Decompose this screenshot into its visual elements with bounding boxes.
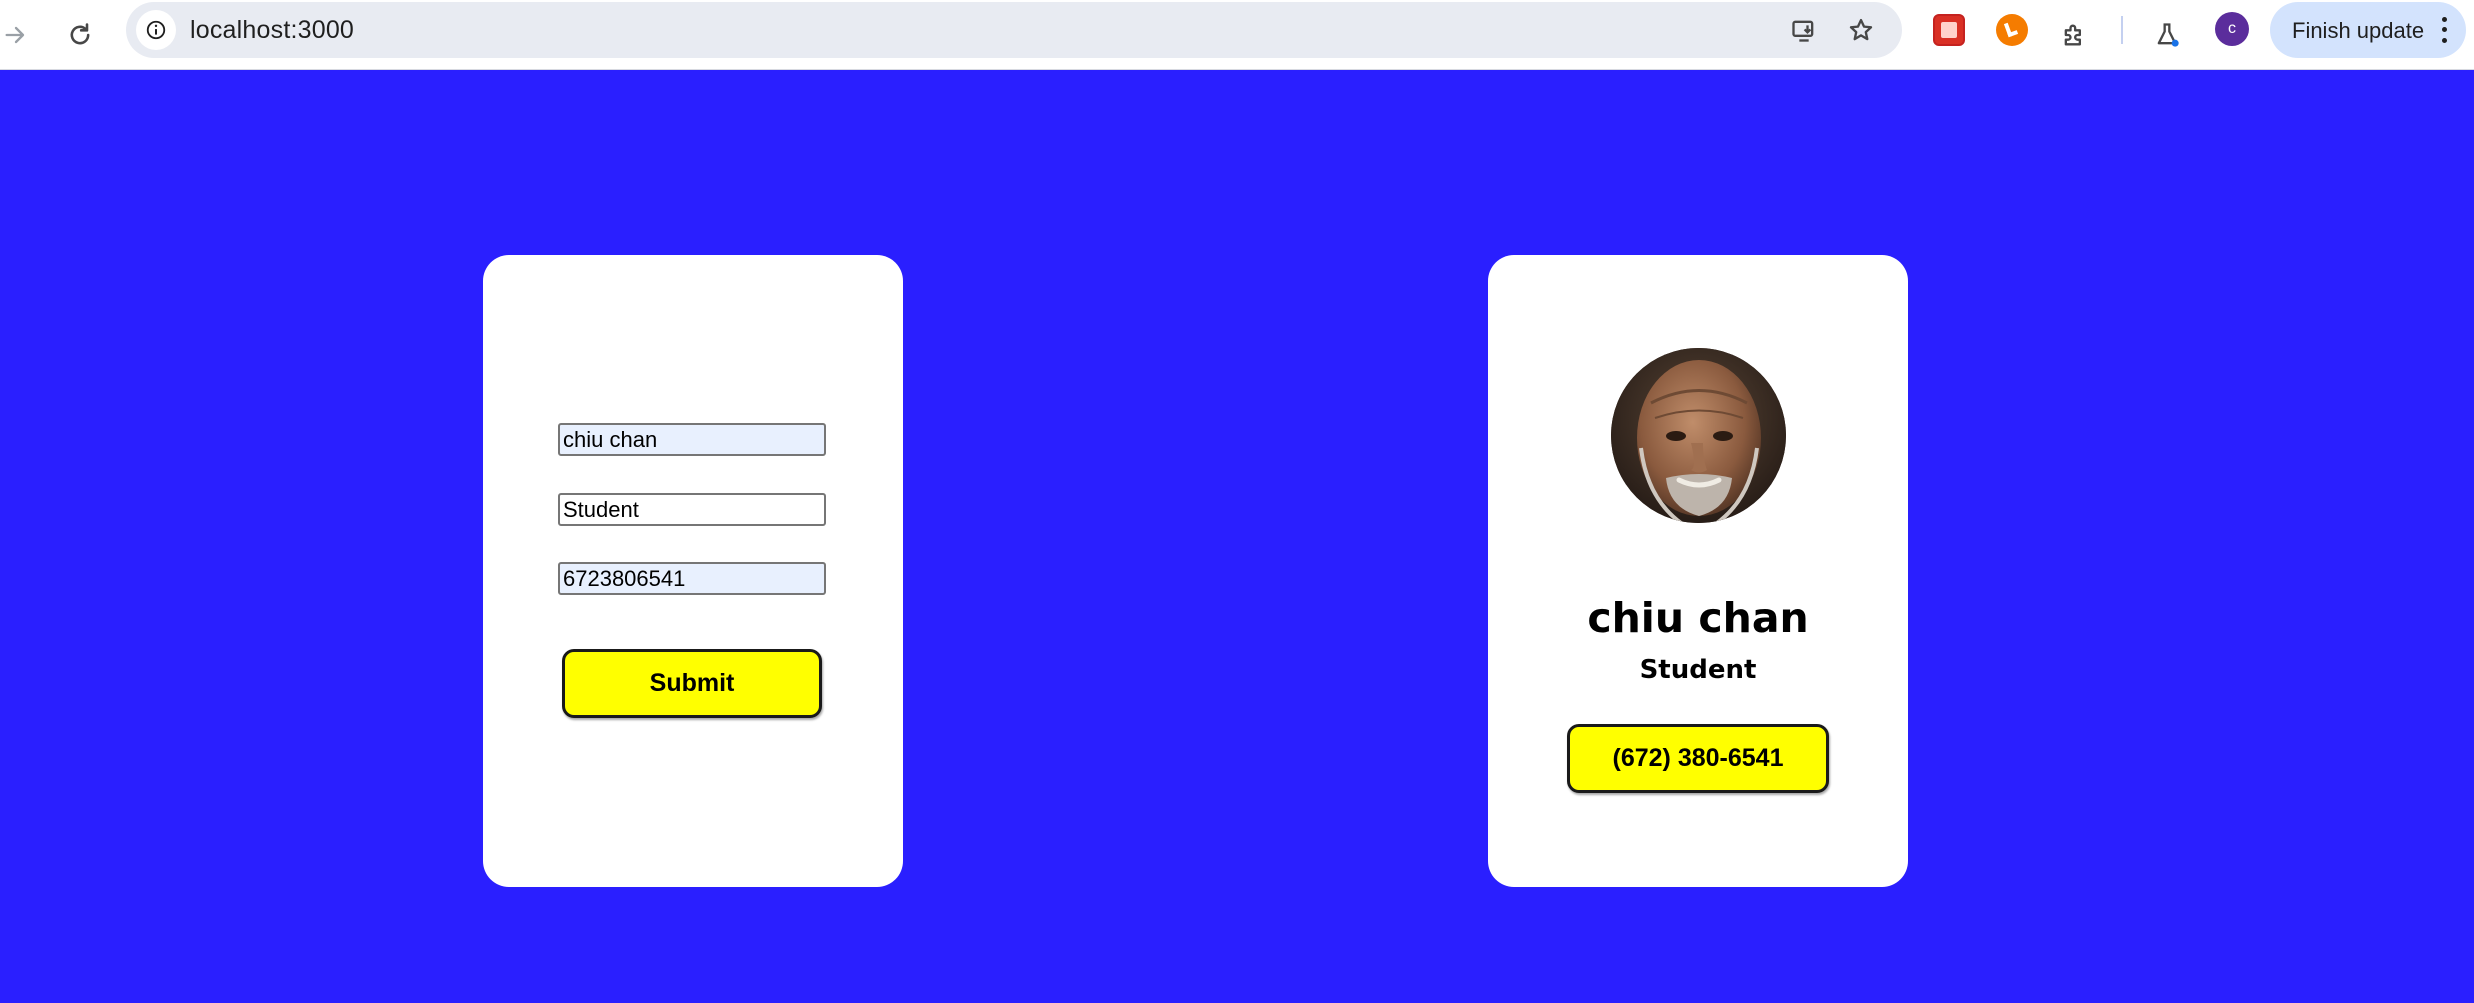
reload-icon[interactable] bbox=[56, 11, 104, 59]
labs-flask-icon[interactable] bbox=[2143, 11, 2191, 59]
browser-toolbar: localhost:3000 c Finish update bbox=[0, 0, 2474, 70]
extension-orange-icon[interactable] bbox=[1996, 14, 2028, 46]
site-info-icon[interactable] bbox=[136, 10, 176, 50]
phone-button[interactable]: (672) 380-6541 bbox=[1567, 724, 1829, 793]
profile-photo bbox=[1611, 348, 1786, 523]
extension-puzzle-icon[interactable] bbox=[2050, 11, 2098, 59]
profile-card: chiu chan Student (672) 380-6541 bbox=[1488, 255, 1908, 887]
more-vert-icon[interactable] bbox=[2432, 14, 2456, 46]
extension-red-icon[interactable] bbox=[1933, 14, 1965, 46]
url-text[interactable]: localhost:3000 bbox=[190, 16, 354, 45]
finish-update-label: Finish update bbox=[2292, 18, 2425, 43]
profile-avatar[interactable]: c bbox=[2215, 12, 2249, 46]
profile-name: chiu chan bbox=[1587, 594, 1809, 642]
submit-button[interactable]: Submit bbox=[562, 649, 822, 718]
bookmark-star-icon[interactable] bbox=[1841, 10, 1881, 50]
title-input[interactable] bbox=[558, 493, 826, 526]
install-app-icon[interactable] bbox=[1784, 10, 1824, 50]
profile-title: Student bbox=[1639, 655, 1757, 685]
phone-input[interactable] bbox=[558, 562, 826, 595]
toolbar-divider bbox=[2121, 16, 2123, 44]
form-card: Submit bbox=[483, 255, 903, 887]
name-input[interactable] bbox=[558, 423, 826, 456]
forward-icon[interactable] bbox=[0, 11, 40, 59]
finish-update-button[interactable]: Finish update bbox=[2270, 2, 2466, 58]
address-bar[interactable]: localhost:3000 bbox=[126, 2, 1902, 58]
